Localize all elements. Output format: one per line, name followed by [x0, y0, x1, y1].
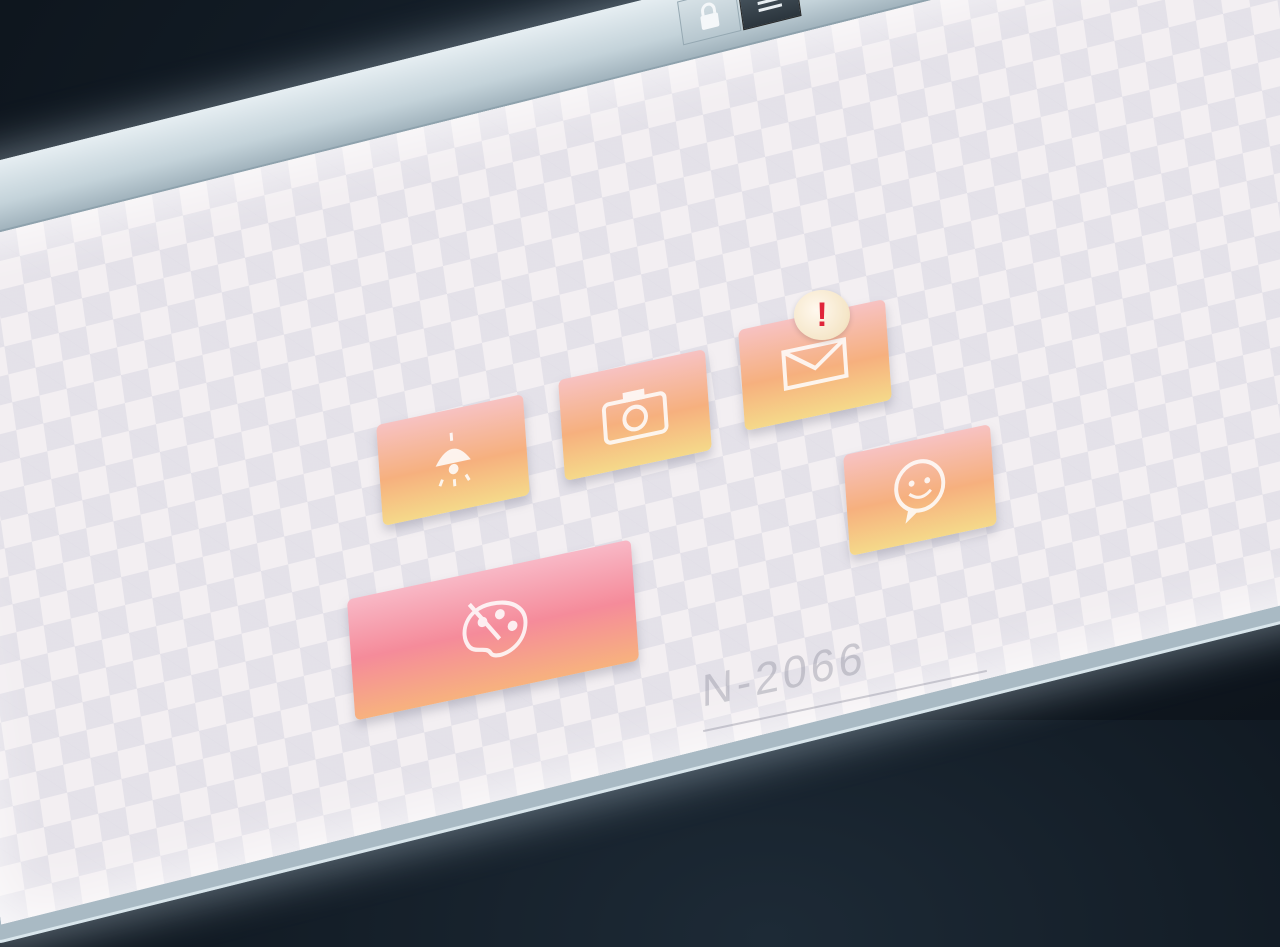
mail-icon — [781, 336, 849, 392]
tablet-device — [0, 0, 1280, 947]
lock-icon — [700, 2, 720, 30]
menu-button[interactable] — [737, 0, 802, 31]
menu-icon — [757, 0, 783, 13]
chat-face-icon — [894, 459, 946, 524]
lock-button[interactable] — [677, 0, 742, 46]
lamp-icon — [435, 432, 471, 487]
camera-icon — [601, 388, 669, 445]
notification-badge: ! — [794, 290, 850, 340]
paint-palette-icon — [462, 600, 528, 658]
scene: ! N-2066 — [0, 0, 1280, 947]
